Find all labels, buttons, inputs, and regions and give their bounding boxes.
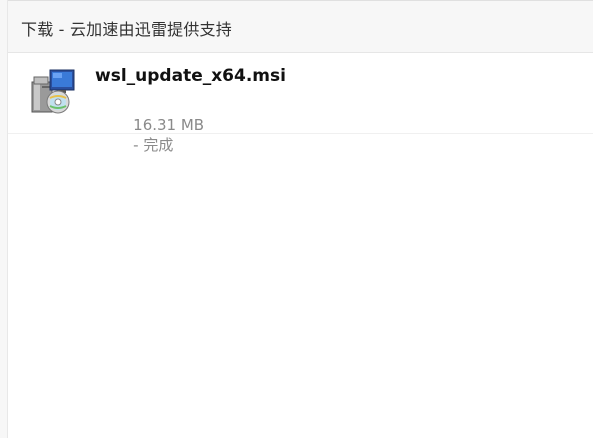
download-status: - 完成	[133, 136, 174, 154]
download-size: 16.31 MB	[133, 116, 205, 134]
download-item[interactable]: wsl_update_x64.msi 16.31 MB - 完成	[8, 53, 593, 154]
window-left-edge	[0, 0, 8, 438]
window-title: 下载 - 云加速由迅雷提供支持	[21, 20, 232, 39]
download-meta: 16.31 MB - 完成	[95, 98, 251, 173]
download-filename[interactable]: wsl_update_x64.msi	[95, 66, 286, 86]
download-list: wsl_update_x64.msi 16.31 MB - 完成	[8, 53, 593, 438]
title-bar: 下载 - 云加速由迅雷提供支持	[0, 0, 593, 53]
msi-installer-icon	[31, 69, 75, 114]
downloads-window: 下载 - 云加速由迅雷提供支持 wsl_update_x64.msi 16.31…	[0, 0, 593, 438]
